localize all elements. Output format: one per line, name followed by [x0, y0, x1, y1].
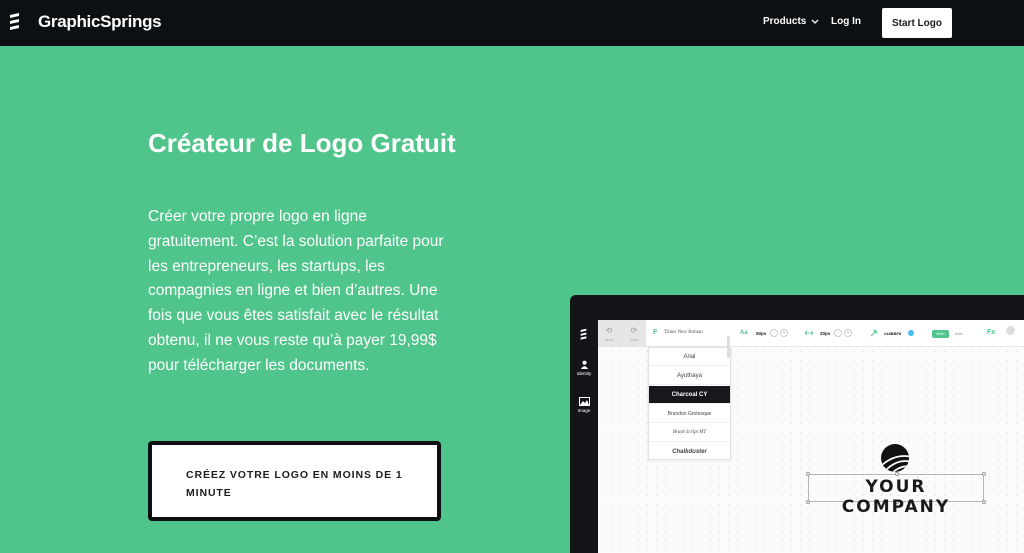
- sidebar-item-label: Identity: [576, 371, 592, 376]
- editor-sidebar: Identity Image: [570, 320, 598, 553]
- increase-size-button[interactable]: +: [780, 329, 788, 337]
- sidebar-item-label: Image: [577, 408, 591, 413]
- start-logo-button[interactable]: Start Logo: [882, 8, 952, 38]
- font-option[interactable]: Ayuthaya: [649, 367, 730, 385]
- undo-label: Undo: [605, 338, 614, 342]
- create-logo-cta-button[interactable]: CRÉEZ VOTRE LOGO EN MOINS DE 1 MINUTE: [148, 441, 441, 521]
- hero-description: Créer votre propre logo en ligne gratuit…: [148, 208, 444, 374]
- font-size-value[interactable]: 50px: [756, 331, 766, 336]
- color-swatch[interactable]: [908, 330, 914, 336]
- font-option[interactable]: Arial: [649, 348, 730, 366]
- editor-toolbar: ⟲ Undo ⟳ Redo F Times New Roman Aa 50px …: [598, 320, 1024, 347]
- graphicsprings-logo-icon: [10, 13, 19, 30]
- sidebar-item-image[interactable]: Image: [570, 397, 598, 413]
- person-icon: [580, 360, 588, 369]
- increase-spacing-button[interactable]: +: [844, 329, 852, 337]
- brand-name: GraphicSprings: [38, 12, 162, 31]
- redo-label: Redo: [630, 338, 639, 342]
- cta-label: CRÉEZ VOTRE LOGO EN MOINS DE 1 MINUTE: [186, 469, 403, 499]
- image-icon: [578, 397, 590, 406]
- letter-spacing-value[interactable]: 20px: [820, 331, 830, 336]
- decrease-size-button[interactable]: -: [770, 329, 778, 337]
- font-option[interactable]: Brandon Grotesque: [649, 405, 730, 423]
- brand-logo[interactable]: GraphicSprings: [9, 12, 162, 32]
- products-menu[interactable]: Products: [763, 16, 819, 27]
- font-icon: F: [653, 329, 658, 336]
- settings-icon[interactable]: [1006, 326, 1015, 335]
- effects-icon[interactable]: Fx: [987, 329, 995, 336]
- logo-globe-icon[interactable]: [880, 443, 912, 473]
- logo-company-text[interactable]: YOUR COMPANY: [808, 477, 984, 517]
- font-list-scrollbar[interactable]: [727, 336, 730, 358]
- font-size-icon: Aa: [740, 330, 748, 336]
- letter-spacing-icon: [804, 330, 814, 336]
- chevron-down-icon: [811, 19, 819, 24]
- undo-redo-group: ⟲ Undo ⟳ Redo: [598, 320, 646, 347]
- font-select[interactable]: Times New Roman: [664, 330, 703, 335]
- font-option[interactable]: Chalkduster: [649, 443, 730, 461]
- resize-handle[interactable]: [895, 472, 899, 476]
- undo-icon[interactable]: ⟲: [604, 326, 614, 336]
- font-option[interactable]: Brush Script MT: [649, 424, 730, 442]
- sidebar-item-identity[interactable]: Identity: [570, 360, 598, 376]
- font-option-selected[interactable]: Charcoal CY: [649, 386, 730, 404]
- graphicsprings-logo-icon: [580, 328, 587, 340]
- decrease-spacing-button[interactable]: -: [834, 329, 842, 337]
- hero-title: Créateur de Logo Gratuit: [148, 128, 456, 158]
- login-link[interactable]: Log In: [831, 16, 861, 27]
- italic-toggle[interactable]: Italic: [955, 331, 963, 336]
- products-label: Products: [763, 16, 807, 27]
- eyedropper-icon[interactable]: [870, 329, 878, 337]
- bold-toggle[interactable]: Bold: [932, 330, 949, 338]
- top-navbar: GraphicSprings Products Log In Start Log…: [0, 0, 1024, 46]
- font-dropdown-list: Arial Ayuthaya Charcoal CY Brandon Grote…: [648, 347, 731, 461]
- color-value[interactable]: #44BBF8: [884, 331, 901, 336]
- redo-icon[interactable]: ⟳: [629, 326, 639, 336]
- resize-handle[interactable]: [982, 472, 986, 476]
- resize-handle[interactable]: [806, 472, 810, 476]
